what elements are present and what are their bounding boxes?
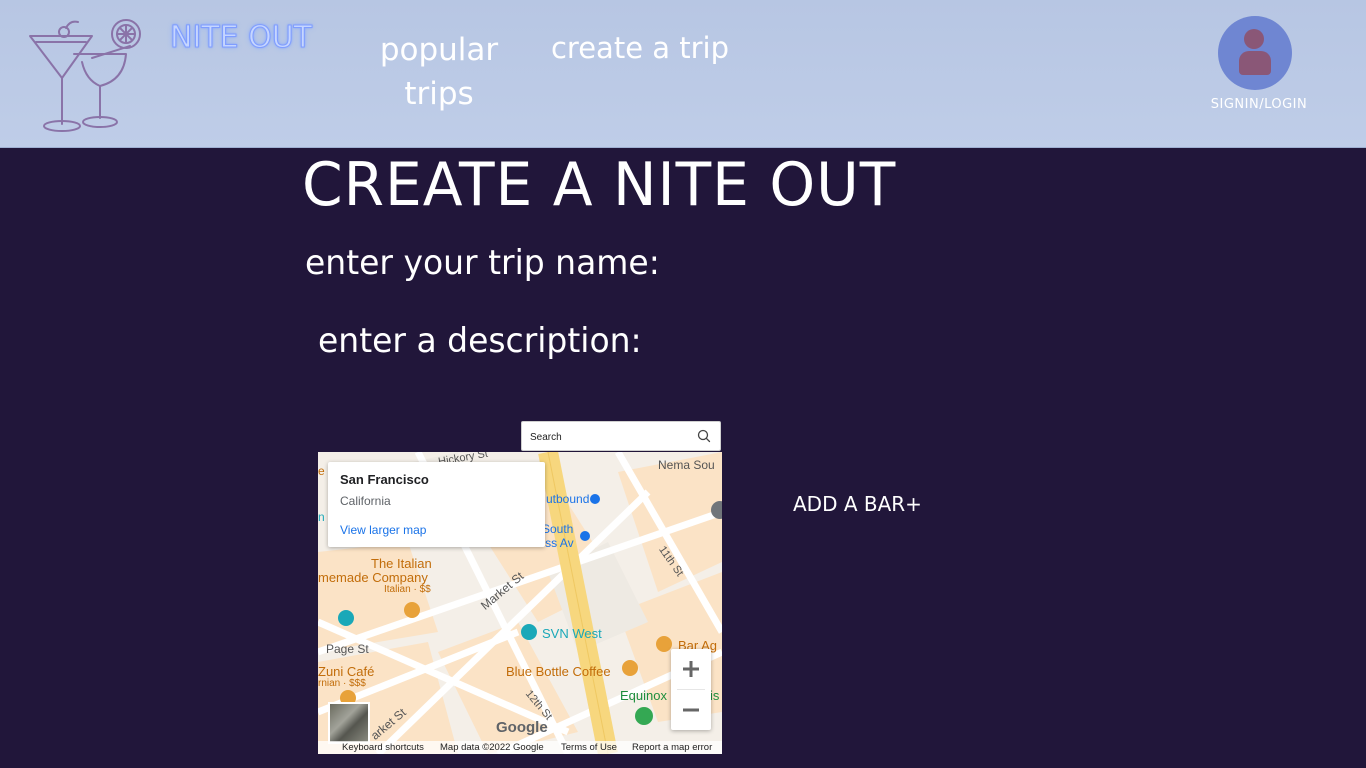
terms-of-use-link[interactable]: Terms of Use: [561, 741, 617, 754]
map-label-italian-2: memade Company: [318, 570, 428, 585]
map-label-blue-bottle: Blue Bottle Coffee: [506, 664, 611, 679]
map-label-zuni-1: Zuni Café: [318, 664, 375, 679]
page-title: CREATE A NITE OUT: [302, 150, 897, 220]
google-logo: Google: [496, 719, 548, 736]
header: NITE OUT popular trips create a trip SIG…: [0, 0, 1366, 148]
search-icon[interactable]: [696, 428, 712, 444]
avatar-head: [1244, 29, 1264, 49]
map-label-edge-n: n: [318, 510, 325, 524]
signin-login-link[interactable]: SIGNIN/LOGIN: [1200, 97, 1318, 112]
map-search-box: [521, 421, 721, 451]
map-data-attribution: Map data ©2022 Google: [440, 742, 544, 753]
description-label: enter a description:: [318, 321, 642, 361]
nav-popular-trips-line1: popular: [379, 32, 499, 68]
satellite-view-toggle[interactable]: [328, 702, 370, 744]
map-label-zuni-2: rnian · $$$: [318, 678, 366, 689]
map-label-svn-west: SVN West: [542, 626, 602, 641]
map-label-nema: Nema Sou: [658, 458, 715, 472]
user-avatar-icon[interactable]: [1218, 16, 1292, 90]
view-larger-map-link[interactable]: View larger map: [340, 523, 426, 537]
map-label-page-st: Page St: [326, 642, 369, 656]
keyboard-shortcuts-link[interactable]: Keyboard shortcuts: [342, 741, 424, 754]
map-place-title: San Francisco: [340, 472, 429, 487]
map-search-input[interactable]: [530, 427, 690, 447]
map-label-south: South: [542, 522, 574, 536]
map-label-italian-1: The Italian: [371, 556, 432, 571]
cocktail-logo-icon[interactable]: [26, 18, 148, 138]
report-map-error-link[interactable]: Report a map error: [632, 741, 712, 754]
add-bar-button[interactable]: ADD A BAR+: [793, 492, 922, 516]
zoom-out-icon[interactable]: [671, 690, 711, 730]
embedded-map[interactable]: Hickory St Nema Sou utbound South Van Ne…: [318, 452, 722, 754]
nav-popular-trips[interactable]: popular trips: [370, 28, 508, 116]
map-label-outbound: utbound: [546, 492, 590, 506]
map-label-edge-e: e: [318, 464, 325, 478]
zoom-in-icon[interactable]: [671, 649, 711, 689]
avatar-body: [1239, 51, 1271, 75]
google-logo-text: Google: [496, 719, 548, 736]
map-zoom-control: [671, 649, 711, 730]
nav-create-trip[interactable]: create a trip: [550, 26, 730, 70]
map-info-card: San Francisco California View larger map: [328, 462, 545, 547]
map-label-equinox: Equinox: [620, 688, 667, 703]
map-label-edge-is: is: [710, 688, 720, 703]
nav-popular-trips-line2: trips: [404, 76, 474, 112]
map-label-italian-sub: Italian · $$: [384, 584, 431, 595]
map-place-subtitle: California: [340, 494, 391, 508]
map-footer: Keyboard shortcuts Map data ©2022 Google…: [318, 741, 722, 754]
trip-name-label: enter your trip name:: [305, 243, 660, 283]
brand-logo-text[interactable]: NITE OUT: [169, 20, 312, 56]
